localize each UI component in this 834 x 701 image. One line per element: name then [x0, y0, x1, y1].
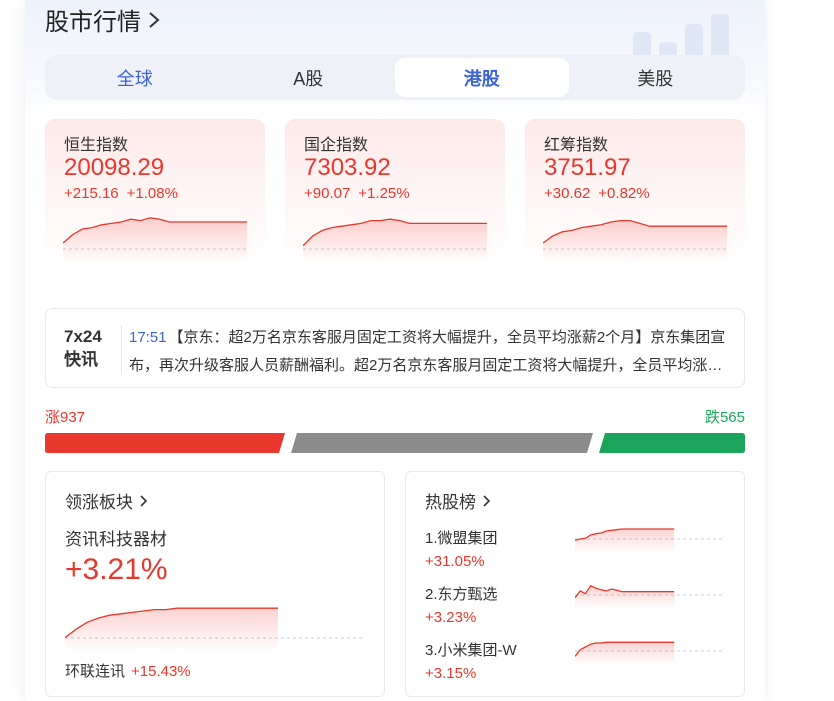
hot-stock-sparkline	[575, 641, 723, 665]
leading-sector-title-label: 领涨板块	[65, 493, 133, 512]
news-flash[interactable]: 7x24 快讯 17:51 【京东：超2万名京东客服月固定工资将大幅提升，全员平均…	[45, 308, 745, 388]
index-change: +215.16	[64, 185, 119, 202]
leading-sector-title[interactable]: 领涨板块	[65, 488, 148, 513]
hot-stock-item[interactable]: 2.东方甄选 +3.23%	[425, 583, 745, 633]
sparkline-area	[575, 585, 675, 609]
hot-stock-percent: +31.05%	[425, 553, 485, 570]
divider	[121, 325, 122, 373]
leading-stock-name: 环联连讯	[65, 663, 126, 680]
news-time: 17:51	[129, 329, 167, 346]
index-percent: +0.82%	[598, 185, 650, 202]
hot-stock-sparkline	[575, 528, 723, 553]
decliners-segment	[599, 433, 745, 453]
sparkline-area	[543, 220, 727, 263]
index-card-hsi[interactable]: 恒生指数 20098.29 +215.16 +1.08%	[45, 119, 265, 269]
section-title[interactable]: 股市行情	[45, 2, 161, 37]
index-name: 国企指数	[304, 137, 369, 154]
hot-stock-percent: +3.15%	[425, 665, 477, 682]
hot-stock-name: 2.东方甄选	[425, 586, 498, 603]
index-card-hscei[interactable]: 国企指数 7303.92 +90.07 +1.25%	[285, 119, 505, 269]
market-tabs: 全球 A股 港股 美股	[45, 55, 745, 100]
news-body: 【京东：超2万名京东客服月固定工资将大幅提升，全员平均涨薪2个月】京东集团宣布，…	[129, 329, 726, 374]
index-change: +30.62	[544, 185, 591, 202]
sector-name: 资讯科技器材	[65, 530, 167, 549]
hot-stocks-title[interactable]: 热股榜	[425, 488, 491, 513]
index-percent: +1.25%	[358, 185, 410, 202]
leading-stock-percent: +15.43%	[131, 663, 191, 680]
tab-a-share[interactable]: A股	[222, 58, 396, 97]
advancers-count: 涨937	[45, 409, 86, 426]
index-sparkline	[63, 217, 247, 263]
advancers-segment	[45, 433, 285, 453]
news-text[interactable]: 17:51 【京东：超2万名京东客服月固定工资将大幅提升，全员平均涨薪2个月】京东…	[129, 324, 729, 380]
chevron-right-icon	[140, 494, 148, 507]
sparkline-area	[575, 529, 675, 553]
index-name: 红筹指数	[544, 137, 609, 154]
sector-sparkline	[65, 607, 365, 652]
hot-stock-item[interactable]: 1.微盟集团 +31.05%	[425, 527, 745, 577]
market-panel: 股市行情 全球 A股 港股 美股 恒生指数 20098.29 +215.16 +1…	[25, 0, 765, 701]
hot-stocks-title-label: 热股榜	[425, 493, 476, 512]
index-change: +90.07	[304, 185, 351, 202]
hot-stock-sparkline	[575, 584, 723, 609]
tab-hk-stocks[interactable]: 港股	[395, 58, 569, 97]
index-sparkline	[303, 218, 487, 263]
hot-stocks-box[interactable]: 热股榜 1.微盟集团 +31.05% 2.东方甄选 +3.23% 3.小米集团-…	[405, 471, 745, 697]
hot-stock-item[interactable]: 3.小米集团-W +3.15%	[425, 639, 745, 689]
chevron-right-icon	[483, 494, 491, 507]
hot-stock-percent: +3.23%	[425, 609, 477, 626]
sector-percent: +3.21%	[65, 553, 168, 586]
unchanged-segment	[291, 433, 593, 453]
index-value: 20098.29	[64, 154, 165, 181]
decorative-bar-chart-icon	[633, 14, 729, 58]
index-percent: +1.08%	[126, 185, 178, 202]
index-sparkline	[543, 219, 727, 263]
news-logo: 7x24 快讯	[64, 325, 102, 371]
tab-global[interactable]: 全球	[48, 58, 222, 97]
sparkline-area	[63, 217, 247, 263]
news-logo-bottom: 快讯	[64, 350, 98, 369]
hot-stock-name: 3.小米集团-W	[425, 642, 517, 659]
sector-leading-stock: 环联连讯 +15.43%	[65, 660, 191, 681]
news-logo-top: 7x24	[64, 327, 102, 346]
sparkline-area	[303, 219, 487, 263]
decliners-count: 跌565	[704, 409, 745, 426]
sparkline-area	[65, 608, 278, 652]
hot-stock-name: 1.微盟集团	[425, 530, 498, 547]
chevron-right-icon	[149, 11, 160, 28]
sparkline-area	[575, 642, 675, 665]
market-breadth-bar	[45, 433, 745, 453]
index-value: 7303.92	[304, 154, 391, 181]
tab-us-stocks[interactable]: 美股	[569, 58, 743, 97]
index-value: 3751.97	[544, 154, 631, 181]
section-title-label: 股市行情	[45, 9, 141, 36]
leading-sector-box[interactable]: 领涨板块 资讯科技器材 +3.21% 环联连讯 +15.43%	[45, 471, 385, 697]
index-name: 恒生指数	[64, 137, 129, 154]
index-cards: 恒生指数 20098.29 +215.16 +1.08% 国企指数 7303.92…	[45, 119, 745, 269]
index-card-hscci[interactable]: 红筹指数 3751.97 +30.62 +0.82%	[525, 119, 745, 269]
